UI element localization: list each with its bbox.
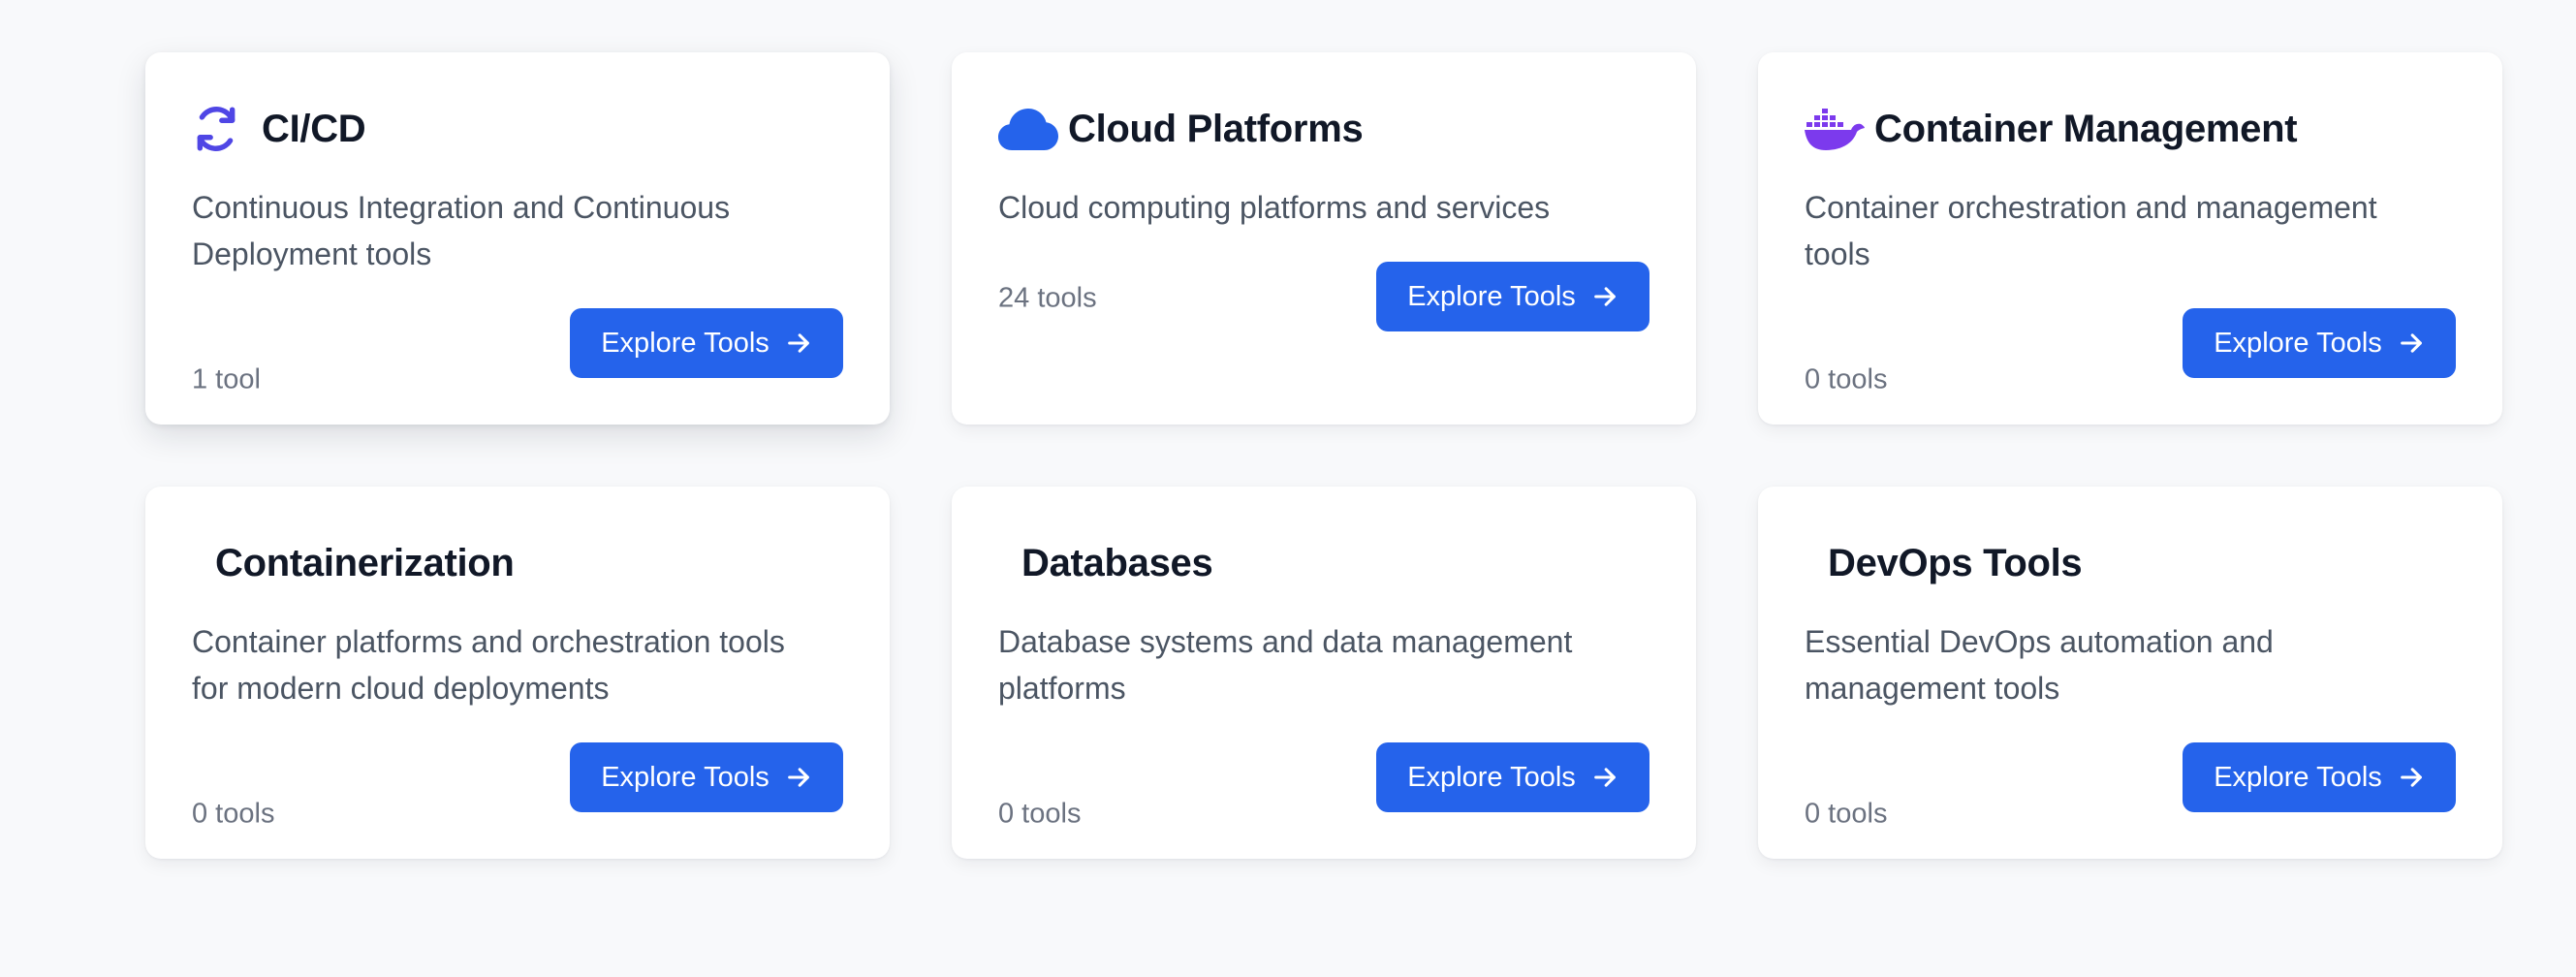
card-description: Container orchestration and management t…: [1805, 190, 2377, 271]
card-title: Cloud Platforms: [1068, 107, 1364, 150]
category-card-devops-tools[interactable]: DevOps Tools Essential DevOps automation…: [1758, 487, 2502, 859]
card-header: Container Management: [1805, 97, 2298, 161]
card-description: Container platforms and orchestration to…: [192, 624, 785, 706]
category-grid: CI/CD Continuous Integration and Continu…: [145, 52, 2502, 859]
card-title: Containerization: [215, 541, 515, 584]
explore-tools-button[interactable]: Explore Tools: [570, 308, 843, 378]
placeholder-icon: [192, 538, 215, 588]
tool-count: 0 tools: [1805, 798, 1888, 830]
arrow-right-icon: [787, 333, 809, 353]
explore-tools-button[interactable]: Explore Tools: [1376, 742, 1649, 812]
tool-count: 1 tool: [192, 363, 261, 395]
tool-count: 0 tools: [192, 798, 275, 830]
explore-tools-label: Explore Tools: [2214, 327, 2382, 359]
card-description: Continuous Integration and Continuous De…: [192, 190, 731, 271]
explore-tools-label: Explore Tools: [601, 327, 770, 359]
card-description: Database systems and data management pla…: [998, 624, 1573, 706]
card-header: DevOps Tools: [1805, 531, 2083, 595]
explore-tools-button[interactable]: Explore Tools: [2183, 742, 2456, 812]
tool-count: 0 tools: [998, 798, 1082, 830]
docker-icon: [1805, 104, 1865, 154]
sync-icon: [192, 104, 252, 154]
tool-count: 0 tools: [1805, 363, 1888, 395]
card-header: Containerization: [192, 531, 515, 595]
placeholder-icon: [1805, 538, 1828, 588]
explore-tools-label: Explore Tools: [1407, 761, 1576, 793]
cloud-icon: [998, 104, 1058, 154]
category-card-ci-cd[interactable]: CI/CD Continuous Integration and Continu…: [145, 52, 890, 425]
placeholder-icon: [998, 538, 1021, 588]
category-card-databases[interactable]: Databases Database systems and data mana…: [952, 487, 1696, 859]
card-header: Cloud Platforms: [998, 97, 1364, 161]
card-title: DevOps Tools: [1828, 541, 2083, 584]
card-description: Cloud computing platforms and services: [998, 190, 1551, 225]
explore-tools-button[interactable]: Explore Tools: [1376, 262, 1649, 331]
explore-tools-button[interactable]: Explore Tools: [570, 742, 843, 812]
category-card-cloud-platforms[interactable]: Cloud Platforms Cloud computing platform…: [952, 52, 1696, 425]
arrow-right-icon: [2400, 768, 2422, 787]
card-header: Databases: [998, 531, 1213, 595]
category-card-container-management[interactable]: Container Management Container orchestra…: [1758, 52, 2502, 425]
explore-tools-button[interactable]: Explore Tools: [2183, 308, 2456, 378]
arrow-right-icon: [2400, 333, 2422, 353]
card-description: Essential DevOps automation and manageme…: [1805, 624, 2274, 706]
arrow-right-icon: [1593, 768, 1616, 787]
category-card-containerization[interactable]: Containerization Container platforms and…: [145, 487, 890, 859]
arrow-right-icon: [787, 768, 809, 787]
explore-tools-label: Explore Tools: [601, 761, 770, 793]
card-title: Databases: [1021, 541, 1213, 584]
card-title: CI/CD: [262, 107, 366, 150]
explore-tools-label: Explore Tools: [2214, 761, 2382, 793]
card-header: CI/CD: [192, 97, 366, 161]
explore-tools-label: Explore Tools: [1407, 280, 1576, 312]
card-title: Container Management: [1874, 107, 2298, 150]
tool-count: 24 tools: [998, 282, 1097, 314]
arrow-right-icon: [1593, 287, 1616, 306]
